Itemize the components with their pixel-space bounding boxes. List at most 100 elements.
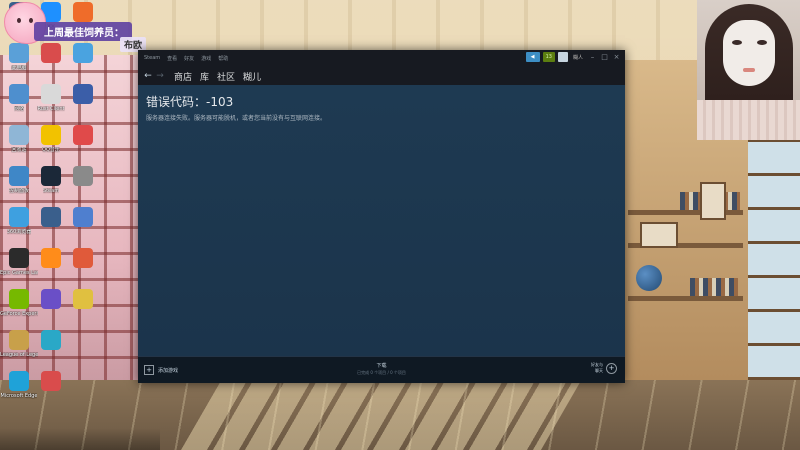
desktop-icon[interactable]	[36, 330, 66, 352]
app-icon	[41, 166, 61, 186]
desktop-icon[interactable]	[36, 289, 66, 311]
app-icon	[73, 289, 93, 309]
desktop-icon-label: 回收站	[11, 147, 27, 153]
app-icon	[41, 330, 61, 350]
downloads-label: 下载	[376, 363, 387, 369]
plus-icon: +	[606, 362, 617, 374]
taskbar-shadow	[0, 428, 160, 450]
fan-banner: 上周最佳饲养员： 布欧	[0, 0, 170, 52]
downloads-progress-text: 已完成 0 个项目 / 0 个项目	[357, 370, 406, 375]
fan-banner-title: 上周最佳饲养员：	[34, 22, 132, 41]
app-icon	[41, 125, 61, 145]
desktop-icon-label: Microsoft Edge	[0, 393, 38, 399]
app-icon	[9, 166, 29, 186]
announcement-button[interactable]: ◀	[525, 52, 540, 62]
wallpaper-window	[748, 140, 800, 380]
webcam-sweater	[697, 100, 800, 140]
webcam-lips	[743, 68, 755, 72]
steam-footer: + 添加游戏 下载 已完成 0 个项目 / 0 个项目 好友与 聊天 +	[138, 356, 625, 383]
desktop-icon[interactable]: QQ音乐	[36, 125, 66, 153]
error-code-heading: 错误代码：-103	[146, 95, 234, 109]
desktop-icon[interactable]: League of Legends	[0, 330, 38, 358]
desktop-icon[interactable]: 网络	[4, 84, 34, 112]
webcam-feed	[697, 0, 800, 140]
desktop-icon[interactable]	[68, 207, 98, 229]
desktop-icon[interactable]: 控制面板	[4, 166, 34, 194]
steam-main-nav: 商店 库 社区 糊儿	[174, 70, 261, 83]
nav-library[interactable]: 库	[200, 70, 209, 83]
friends-chat-button[interactable]: 好友与 聊天 +	[591, 362, 617, 374]
wallpaper-photo	[640, 222, 678, 248]
app-icon	[9, 84, 29, 104]
desktop-icon-label: 此电脑	[11, 65, 27, 71]
app-icon	[9, 289, 29, 309]
desktop-icon-label: GeForce Experience	[0, 311, 38, 317]
app-icon	[41, 207, 61, 227]
minimize-icon[interactable]: –	[588, 52, 597, 62]
menu-item-games[interactable]: 游戏	[201, 55, 211, 62]
menu-item-view[interactable]: 查看	[167, 55, 177, 62]
desktop-icon[interactable]	[68, 84, 98, 106]
maximize-icon[interactable]: □	[600, 52, 609, 62]
desktop-icon-label: Epic Games Launcher	[0, 270, 38, 276]
desktop-icon[interactable]: Microsoft Edge	[1, 371, 37, 399]
desktop-icon[interactable]	[36, 248, 66, 270]
steam-window[interactable]: Steam 查看 好友 游戏 帮助 ◀ 13 糊人 – □ × ← → 商店 库…	[138, 50, 625, 383]
desktop-icon[interactable]	[68, 125, 98, 147]
webcam-eye	[732, 40, 742, 45]
app-icon	[9, 207, 29, 227]
desktop-icon-label: Steam	[42, 188, 60, 194]
back-arrow-icon[interactable]: ←	[142, 71, 154, 81]
downloads-status[interactable]: 下载 已完成 0 个项目 / 0 个项目	[138, 362, 625, 376]
app-icon	[41, 84, 61, 104]
desktop-icon[interactable]: GeForce Experience	[0, 289, 38, 317]
app-icon	[9, 330, 29, 350]
desktop-icon[interactable]: Rust Client	[36, 84, 66, 112]
app-icon	[73, 84, 93, 104]
desktop-icon[interactable]: 360浏览器	[4, 207, 34, 235]
steam-nav-bar: ← → 商店 库 社区 糊儿	[138, 67, 625, 85]
nav-community[interactable]: 社区	[217, 70, 235, 83]
menu-item-steam[interactable]: Steam	[144, 55, 160, 62]
desktop-icon-label: 控制面板	[8, 188, 29, 194]
app-icon	[73, 248, 93, 268]
error-message: 服务器连接失败。服务器可能脱机，或者您当前没有与互联网连接。	[146, 115, 327, 122]
app-icon	[9, 371, 29, 391]
desktop-icon[interactable]	[36, 207, 66, 229]
app-icon	[41, 289, 61, 309]
desktop-icon[interactable]: 回收站	[4, 125, 34, 153]
desktop-icon-label: League of Legends	[0, 352, 38, 358]
forward-arrow-icon[interactable]: →	[154, 71, 166, 81]
menu-item-friends[interactable]: 好友	[184, 55, 194, 62]
friends-chat-label-line2: 聊天	[595, 368, 603, 373]
app-icon	[73, 166, 93, 186]
desktop-icon[interactable]	[68, 289, 98, 311]
wallpaper-poster	[700, 182, 726, 220]
steam-menu-bar: Steam 查看 好友 游戏 帮助	[144, 55, 228, 62]
nav-profile[interactable]: 糊儿	[243, 70, 261, 83]
close-icon[interactable]: ×	[612, 52, 621, 62]
account-username[interactable]: 糊人	[571, 54, 585, 61]
steam-title-bar[interactable]: Steam 查看 好友 游戏 帮助 ◀ 13 糊人 – □ ×	[138, 50, 625, 67]
app-icon	[9, 125, 29, 145]
desktop-icon[interactable]	[36, 371, 66, 393]
menu-item-help[interactable]: 帮助	[218, 55, 228, 62]
webcam-eye	[757, 40, 767, 45]
desktop-icon[interactable]: Epic Games Launcher	[0, 248, 38, 276]
nav-store[interactable]: 商店	[174, 70, 192, 83]
webcam-face	[723, 20, 775, 86]
app-icon	[73, 125, 93, 145]
points-badge[interactable]: 13	[542, 52, 555, 62]
app-icon	[41, 248, 61, 268]
wallpaper-sunlight	[179, 382, 581, 450]
app-icon	[73, 207, 93, 227]
desktop-icon-label: 网络	[13, 106, 24, 112]
desktop-icon[interactable]	[68, 248, 98, 270]
desktop-icon-label: Rust Client	[37, 106, 65, 112]
avatar[interactable]	[557, 52, 568, 62]
friends-chat-label: 好友与 聊天	[591, 362, 603, 374]
desktop-icon[interactable]: Steam	[36, 166, 66, 194]
wallpaper-shelf	[628, 296, 743, 301]
app-icon	[41, 371, 61, 391]
desktop-icon[interactable]	[68, 166, 98, 188]
